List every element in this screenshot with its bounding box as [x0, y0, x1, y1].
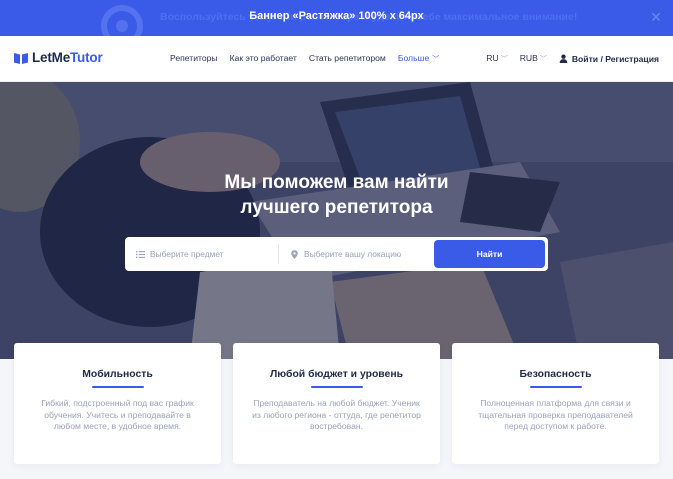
chevron-down-icon: ﹀ — [500, 56, 508, 63]
search-bar: Найти — [125, 237, 548, 271]
feature-title: Любой бюджет и уровень — [270, 369, 403, 380]
language-select[interactable]: RU ﹀ — [486, 53, 507, 64]
promo-text: Баннер «Растяжка» 100% х 64рх — [249, 10, 424, 22]
nav-tutors[interactable]: Репетиторы — [170, 53, 218, 64]
title-underline — [529, 386, 582, 388]
login-label: Войти / Регистрация — [571, 53, 659, 64]
nav-more-label: Больше — [397, 53, 430, 63]
nav-become-tutor[interactable]: Стать репетитором — [309, 53, 386, 64]
feature-text: Полноценная платформа для связи и тщател… — [478, 398, 633, 431]
subject-field[interactable] — [125, 244, 279, 264]
login-link[interactable]: Войти / Регистрация — [559, 54, 659, 64]
feature-card-budget: Любой бюджет и уровень Преподаватель на … — [233, 343, 440, 464]
promo-banner: Воспользуйтесь услугами репетитора и уде… — [0, 0, 673, 36]
hero-title-line2: лучшего репетитора — [240, 197, 433, 218]
feature-text: Преподаватель на любой бюджет. Ученик из… — [252, 398, 421, 431]
logo-text-accent: Tutor — [70, 50, 103, 65]
book-icon — [14, 52, 28, 64]
header-controls: RU ﹀ RUB ﹀ Войти / Регистрация — [486, 53, 659, 64]
location-pin-icon — [291, 249, 298, 259]
feature-text: Гибкий, подстроенный под вас график обуч… — [41, 398, 194, 431]
close-icon[interactable]: ✕ — [649, 9, 663, 25]
hero-title: Мы поможем вам найти лучшего репетитора — [0, 170, 673, 220]
site-header: LetMeTutor Репетиторы Как это работает С… — [0, 36, 673, 82]
chevron-down-icon: ﹀ — [432, 56, 440, 63]
hero-overlay — [0, 82, 673, 359]
currency-value: RUB — [519, 53, 538, 63]
title-underline — [91, 386, 144, 388]
currency-select[interactable]: RUB ﹀ — [520, 53, 547, 64]
logo-text-main: LetMe — [32, 50, 71, 65]
logo-text: LetMeTutor — [32, 50, 103, 65]
title-underline — [310, 386, 363, 388]
language-value: RU — [486, 53, 499, 63]
chevron-down-icon: ﹀ — [539, 56, 547, 63]
nav-more[interactable]: Больше ﹀ — [398, 53, 439, 64]
logo[interactable]: LetMeTutor — [14, 50, 103, 65]
search-button[interactable]: Найти — [434, 240, 545, 268]
feature-title: Безопасность — [519, 369, 592, 380]
nav-how-it-works[interactable]: Как это работает — [230, 53, 297, 64]
location-field[interactable] — [279, 237, 433, 271]
hero-section: Мы поможем вам найти лучшего репетитора … — [0, 82, 673, 359]
hero-title-line1: Мы поможем вам найти — [224, 172, 449, 193]
main-nav: Репетиторы Как это работает Стать репети… — [170, 53, 451, 64]
feature-title: Мобильность — [82, 369, 153, 380]
location-input[interactable] — [304, 249, 424, 259]
feature-card-security: Безопасность Полноценная платформа для с… — [452, 343, 659, 464]
user-icon — [559, 54, 568, 63]
subject-input[interactable] — [150, 249, 270, 259]
feature-card-mobility: Мобильность Гибкий, подстроенный под вас… — [14, 343, 221, 464]
list-icon — [136, 250, 145, 258]
